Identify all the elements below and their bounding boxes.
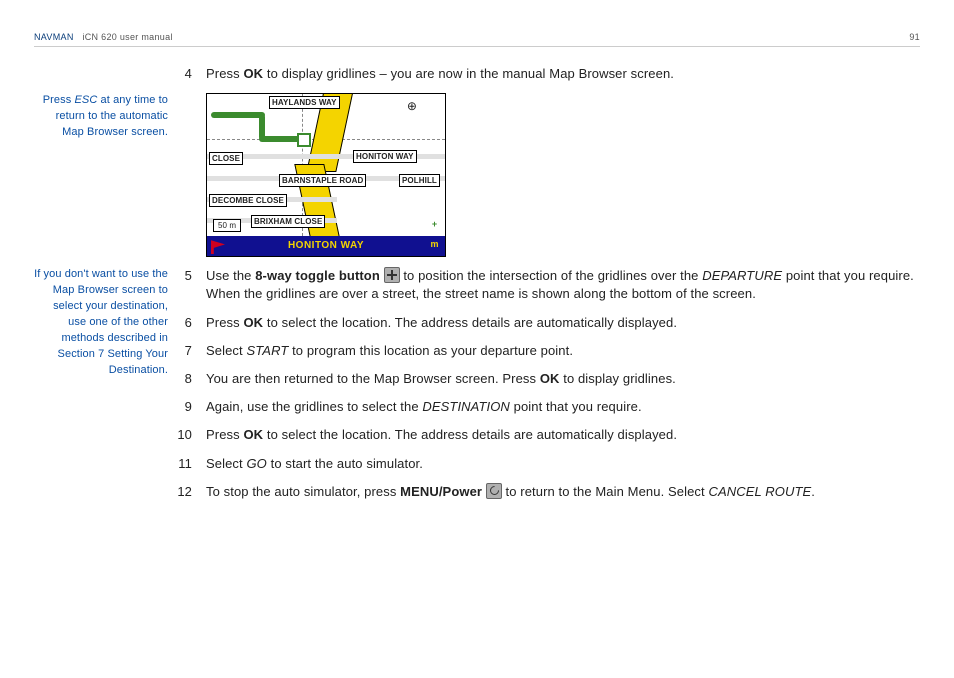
content: 4 Press OK to display gridlines – you ar…	[34, 65, 920, 511]
step-number: 9	[176, 398, 206, 416]
street-label: POLHILL	[399, 174, 440, 187]
street-label: HONITON WAY	[353, 150, 417, 163]
compass-icon: ⊕	[407, 98, 417, 115]
step-text: Press OK to display gridlines – you are …	[206, 65, 920, 83]
sidenote-esc: Press ESC at any time to return to the a…	[34, 93, 176, 141]
step-number: 7	[176, 342, 206, 360]
page-header: NAVMAN iCN 620 user manual 91	[34, 32, 920, 42]
street-label: HAYLANDS WAY	[269, 96, 340, 109]
page-number: 91	[909, 32, 920, 42]
header-rule	[34, 46, 920, 47]
street-label: DECOMBE CLOSE	[209, 194, 287, 207]
step-text: Select GO to start the auto simulator.	[206, 455, 920, 473]
map-footer: HONITON WAY +m	[207, 236, 445, 256]
step-number: 8	[176, 370, 206, 388]
flag-icon	[211, 240, 225, 254]
step-text: Select START to program this location as…	[206, 342, 920, 360]
step-number: 11	[176, 455, 206, 473]
street-label: BARNSTAPLE ROAD	[279, 174, 366, 187]
power-icon	[486, 483, 502, 499]
step-number: 5	[176, 267, 206, 303]
map-scale: 50 m	[213, 219, 241, 232]
step-number: 12	[176, 483, 206, 501]
doc-title: iCN 620 user manual	[82, 32, 172, 42]
step-number: 6	[176, 314, 206, 332]
zoom-indicator: +m	[430, 214, 439, 254]
step-number: 4	[176, 65, 206, 83]
sidenote-alt: If you don't want to use the Map Browser…	[34, 267, 176, 379]
step-text: You are then returned to the Map Browser…	[206, 370, 920, 388]
step-text: To stop the auto simulator, press MENU/P…	[206, 483, 920, 501]
step-text: Use the 8-way toggle button to position …	[206, 267, 920, 303]
step-text: Press OK to select the location. The add…	[206, 426, 920, 444]
step-text: Press OK to select the location. The add…	[206, 314, 920, 332]
map-browser-screenshot: HAYLANDS WAY ⊕ HONITON WAY CLOSE BARNSTA…	[206, 93, 446, 257]
brand: NAVMAN	[34, 32, 74, 42]
step-number: 10	[176, 426, 206, 444]
toggle-icon	[384, 267, 400, 283]
street-label: BRIXHAM CLOSE	[251, 215, 325, 228]
street-label: CLOSE	[209, 152, 243, 165]
step-text: Again, use the gridlines to select the D…	[206, 398, 920, 416]
